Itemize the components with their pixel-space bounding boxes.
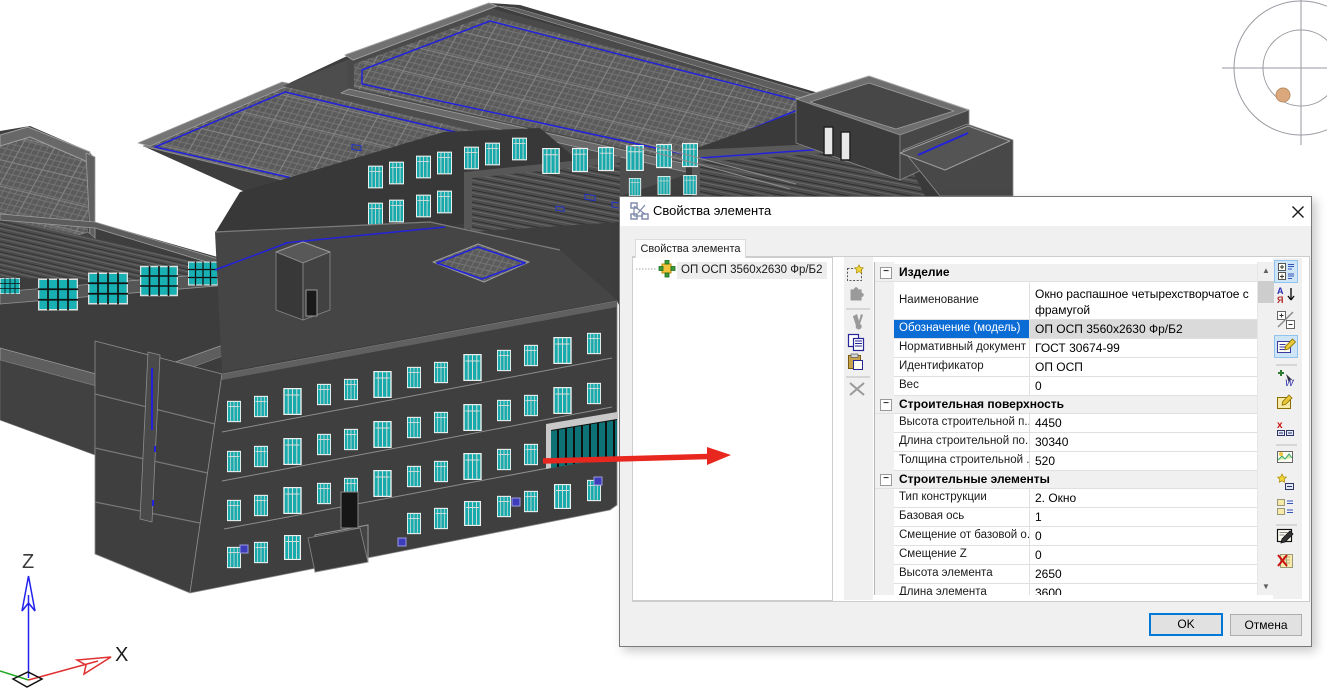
svg-text:Z: Z <box>22 551 34 573</box>
svg-text:Я: Я <box>1277 295 1283 305</box>
svg-text:X: X <box>115 644 128 666</box>
svg-text:x: x <box>1277 420 1283 431</box>
svg-text:W: W <box>1285 378 1295 388</box>
